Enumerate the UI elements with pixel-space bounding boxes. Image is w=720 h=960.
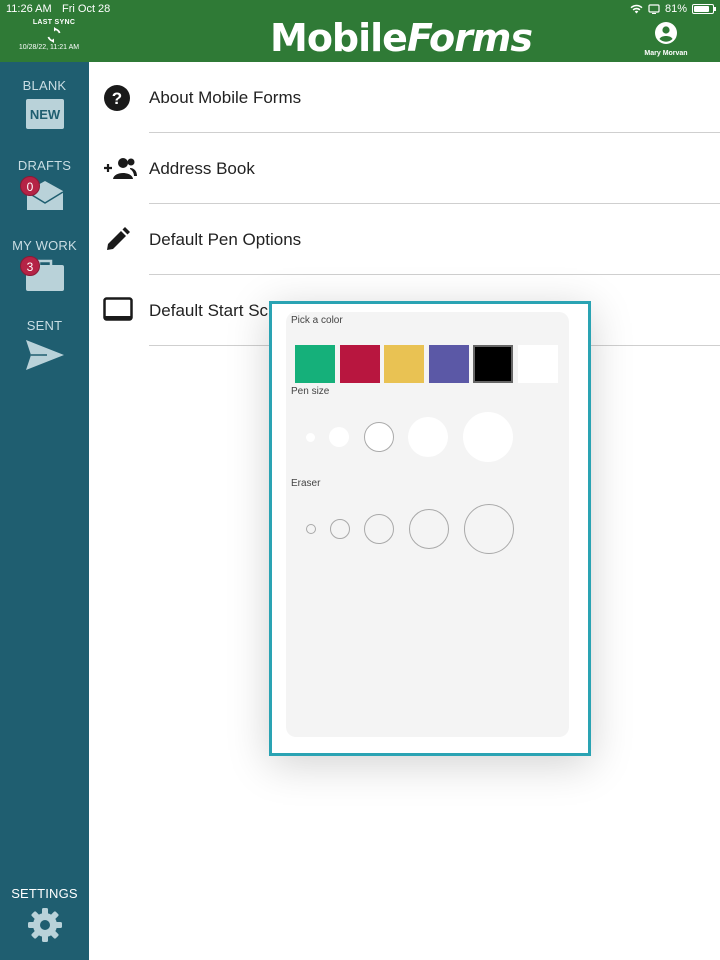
eraser-size-s[interactable] (330, 519, 350, 539)
color-swatch-white[interactable] (518, 345, 558, 383)
svg-text:?: ? (112, 89, 122, 108)
pen-size-xl[interactable] (463, 412, 513, 462)
status-indicators: 81% (630, 3, 716, 15)
gear-icon (27, 908, 62, 942)
sidebar-item-label: BLANK (22, 78, 67, 93)
sidebar-item-sent[interactable]: SENT (0, 318, 89, 371)
settings-row-label: About Mobile Forms (149, 88, 302, 107)
sidebar-item-label: SENT (26, 318, 63, 333)
settings-row-label: Default Pen Options (149, 230, 302, 249)
settings-row-about[interactable]: ? About Mobile Forms (89, 62, 720, 133)
logo-text-forms: Forms (406, 16, 533, 60)
send-icon (25, 340, 64, 370)
wifi-icon (630, 4, 643, 14)
eraser-size-l[interactable] (409, 509, 449, 549)
sidebar-item-settings[interactable]: SETTINGS (0, 886, 89, 943)
eraser-size-xl[interactable] (464, 504, 514, 554)
screen-mirror-icon (648, 4, 660, 14)
sidebar-item-drafts[interactable]: DRAFTS 0 (0, 158, 89, 211)
new-icon-text: NEW (29, 107, 60, 122)
sidebar-item-label: MY WORK (12, 238, 77, 253)
sync-icon[interactable] (46, 27, 62, 43)
pen-size-s[interactable] (329, 427, 349, 447)
account-icon[interactable] (655, 22, 677, 44)
sidebar-item-my-work[interactable]: MY WORK 3 (0, 238, 89, 291)
settings-row-default-pen-options[interactable]: Default Pen Options (89, 204, 720, 275)
last-sync-label: LAST SYNC (32, 19, 76, 26)
pen-size-title: Pen size (291, 386, 330, 397)
sidebar: BLANK NEW DRAFTS 0 MY WORK 3 SENT SETTIN… (0, 62, 89, 960)
pen-size-m[interactable] (364, 422, 394, 452)
sidebar-item-blank[interactable]: BLANK NEW (0, 78, 89, 129)
status-time: 11:26 AM (6, 3, 52, 15)
pen-options-popover: Pick a color Pen size Eraser (269, 301, 591, 756)
drafts-badge: 0 (20, 176, 40, 196)
add-person-icon (104, 158, 137, 179)
user-profile[interactable]: Mary Morvan (636, 22, 696, 57)
settings-row-address-book[interactable]: Address Book (89, 133, 720, 204)
my-work-badge: 3 (20, 256, 40, 276)
top-bar: 11:26 AM Fri Oct 28 81% LAST SYNC 10/28/… (0, 0, 720, 62)
color-swatch-yellow[interactable] (384, 345, 425, 383)
last-sync[interactable]: LAST SYNC 10/28/22, 11:21 AM (14, 19, 94, 51)
status-date: Fri Oct 28 (62, 3, 111, 15)
color-swatch-green[interactable] (295, 345, 335, 383)
pick-color-title: Pick a color (291, 315, 343, 326)
user-name: Mary Morvan (644, 50, 688, 57)
battery-icon (692, 4, 716, 14)
color-swatch-red[interactable] (339, 345, 380, 383)
settings-row-label: Address Book (149, 159, 255, 178)
app-logo: MobileForms (270, 16, 533, 60)
battery-percent: 81% (664, 3, 687, 15)
pen-size-xs[interactable] (306, 433, 315, 442)
sidebar-item-label: DRAFTS (17, 158, 72, 173)
tablet-icon (103, 297, 133, 321)
last-sync-time: 10/28/22, 11:21 AM (18, 44, 80, 51)
logo-text-mobile: Mobile (270, 16, 408, 60)
eraser-title: Eraser (291, 478, 321, 489)
new-icon: NEW (25, 99, 64, 129)
eraser-size-m[interactable] (364, 514, 394, 544)
pencil-icon (107, 227, 130, 250)
help-circle-icon: ? (104, 85, 130, 111)
color-swatch-purple[interactable] (428, 345, 469, 383)
color-swatch-black[interactable] (473, 345, 514, 383)
pen-size-l[interactable] (408, 417, 448, 457)
sidebar-item-label: SETTINGS (11, 886, 78, 901)
pen-options-panel: Pick a color Pen size Eraser (286, 312, 569, 737)
eraser-size-xs[interactable] (306, 524, 316, 534)
